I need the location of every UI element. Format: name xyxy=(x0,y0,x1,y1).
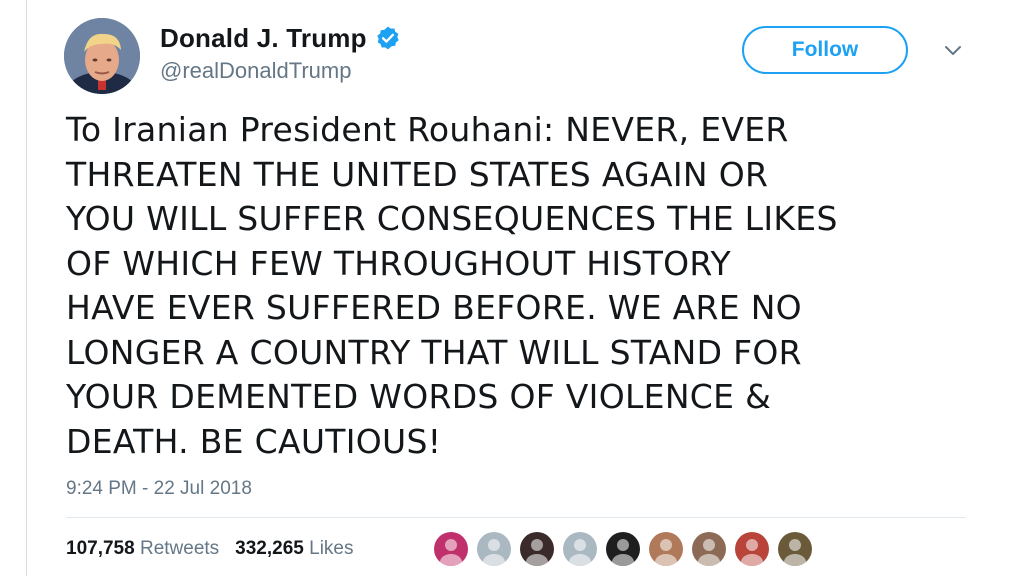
liker-avatar-8[interactable] xyxy=(735,532,769,566)
follow-button[interactable]: Follow xyxy=(742,26,908,74)
liker-avatar-4[interactable] xyxy=(563,532,597,566)
retweets-stat[interactable]: 107,758 Retweets xyxy=(66,538,219,560)
left-border xyxy=(26,0,27,576)
author-name-row[interactable]: Donald J. Trump xyxy=(160,22,401,54)
retweets-label: Retweets xyxy=(139,538,220,559)
tweet-text: To Iranian President Rouhani: NEVER, EVE… xyxy=(66,110,838,461)
author-handle[interactable]: @realDonaldTrump xyxy=(160,58,351,84)
likes-count: 332,265 xyxy=(235,538,304,559)
liker-avatars xyxy=(434,532,812,566)
likes-stat[interactable]: 332,265 Likes xyxy=(235,538,353,560)
more-options-button[interactable] xyxy=(938,36,968,66)
author-display-name[interactable]: Donald J. Trump xyxy=(160,23,367,54)
liker-avatar-9[interactable] xyxy=(778,532,812,566)
liker-avatar-1[interactable] xyxy=(434,532,468,566)
retweets-count: 107,758 xyxy=(66,538,135,559)
tweet-card: Donald J. Trump @realDonaldTrump Follow … xyxy=(0,0,1024,576)
author-avatar[interactable] xyxy=(64,18,140,94)
tweet-timestamp[interactable]: 9:24 PM - 22 Jul 2018 xyxy=(66,478,252,500)
liker-avatar-6[interactable] xyxy=(649,532,683,566)
tweet-stats: 107,758 Retweets 332,265 Likes xyxy=(66,538,354,560)
liker-avatar-3[interactable] xyxy=(520,532,554,566)
verified-badge-icon xyxy=(375,25,401,51)
avatar-image xyxy=(64,18,140,94)
liker-avatar-7[interactable] xyxy=(692,532,726,566)
liker-avatar-2[interactable] xyxy=(477,532,511,566)
liker-avatar-5[interactable] xyxy=(606,532,640,566)
likes-label: Likes xyxy=(309,538,354,559)
chevron-down-icon xyxy=(945,46,961,55)
stats-divider xyxy=(66,517,966,518)
